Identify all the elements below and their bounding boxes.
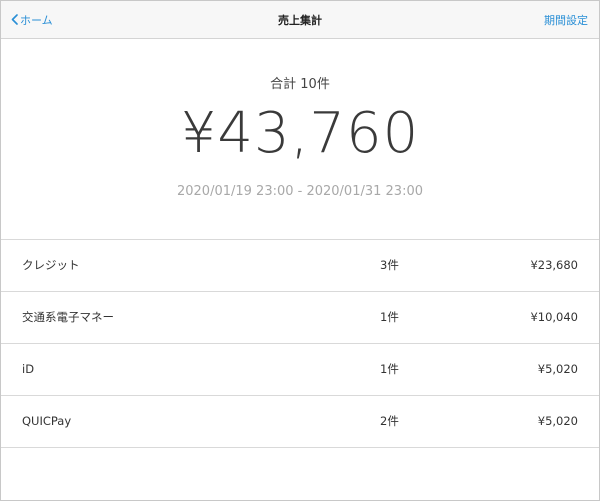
payment-amount: ¥10,040 (530, 310, 578, 324)
payment-amount: ¥5,020 (537, 414, 578, 428)
list-item: 交通系電子マネー 1件 ¥10,040 (1, 292, 599, 344)
list-item: iD 1件 ¥5,020 (1, 344, 599, 396)
payment-method-name: QUICPay (22, 414, 72, 428)
list-item: QUICPay 2件 ¥5,020 (1, 396, 599, 448)
sales-summary-header: 合計 10件 ¥43,760 2020/01/19 23:00 - 2020/0… (1, 39, 599, 240)
payment-method-name: iD (22, 362, 35, 376)
payment-amount: ¥5,020 (537, 362, 578, 376)
transaction-count: 3件 (380, 258, 399, 272)
period-settings-button[interactable]: 期間設定 (544, 1, 588, 38)
transaction-count: 1件 (380, 362, 399, 376)
transaction-count: 1件 (380, 310, 399, 324)
list-item: クレジット 3件 ¥23,680 (1, 240, 599, 292)
payment-method-name: クレジット (22, 258, 80, 272)
chevron-left-icon (11, 14, 18, 25)
transaction-count: 2件 (380, 414, 399, 428)
home-back-label: ホーム (20, 13, 53, 27)
payment-method-name: 交通系電子マネー (22, 310, 114, 324)
total-amount: ¥43,760 (180, 101, 420, 166)
date-range: 2020/01/19 23:00 - 2020/01/31 23:00 (176, 184, 423, 199)
payment-amount: ¥23,680 (530, 258, 578, 272)
total-count: 合計 10件 (270, 77, 330, 92)
page-title: 売上集計 (278, 13, 322, 27)
payment-method-list: クレジット 3件 ¥23,680 交通系電子マネー 1件 ¥10,040 iD … (1, 240, 599, 448)
navigation-bar: ホーム 売上集計 期間設定 (1, 1, 599, 39)
home-back-button[interactable]: ホーム (11, 1, 53, 38)
sales-summary-screen: ホーム 売上集計 期間設定 合計 10件 ¥43,760 2020/01/19 … (0, 0, 600, 501)
